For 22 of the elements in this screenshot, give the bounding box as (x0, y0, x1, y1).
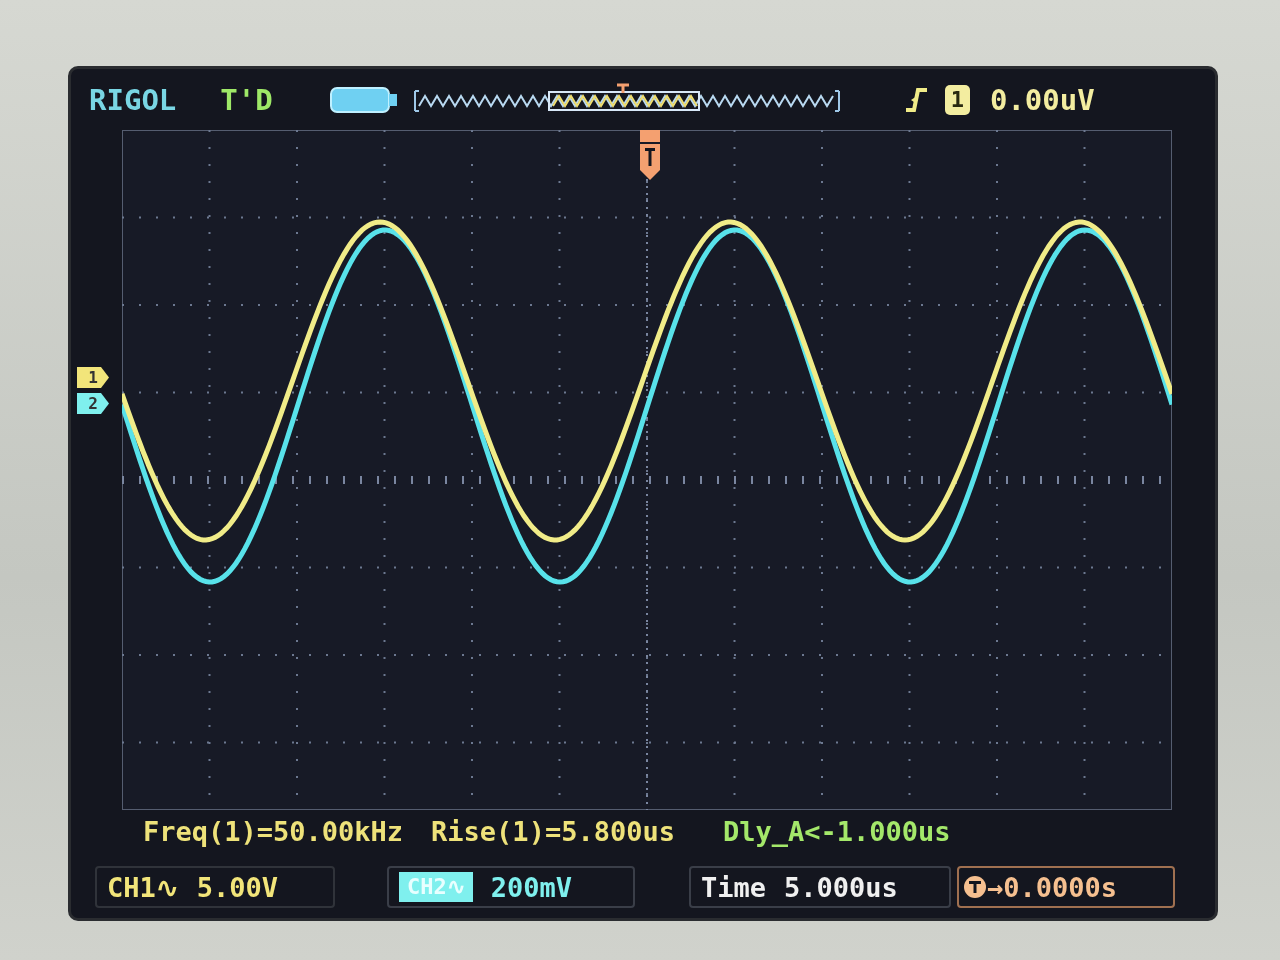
channel-scale-panel[interactable]: CH2∿ 200mV (387, 866, 635, 908)
channel-scale-value: 5.00V (196, 871, 279, 903)
channel-marker: 1 (77, 367, 109, 388)
measurement-readout: Dly_A<-1.000us (722, 815, 951, 847)
channel-scale-panel[interactable]: CH1∿ 5.00V (95, 866, 335, 908)
battery-icon (328, 85, 399, 114)
trigger-offset-value: →0.0000s (987, 871, 1118, 903)
measurement-readout: Freq(1)=50.00kHz (143, 815, 404, 847)
channel-label: CH1∿ (107, 871, 179, 903)
run-state-label: T'D (220, 82, 273, 117)
brand-label: RIGOL (89, 82, 177, 117)
trigger-icon (963, 875, 987, 899)
timebase-label: Time (701, 871, 767, 903)
channel-marker: 2 (77, 393, 109, 414)
trigger-source-badge: 1 (944, 84, 970, 115)
timebase-value: 5.000us (784, 871, 898, 903)
measurement-readout: Rise(1)=5.800us (431, 815, 675, 847)
timebase-panel[interactable]: Time 5.000us (689, 866, 951, 908)
channel-label: CH2∿ (399, 872, 473, 902)
trigger-level-label: 0.00uV (989, 82, 1095, 117)
trigger-offset-panel[interactable]: →0.0000s (957, 866, 1175, 908)
channel-scale-value: 200mV (490, 871, 573, 903)
